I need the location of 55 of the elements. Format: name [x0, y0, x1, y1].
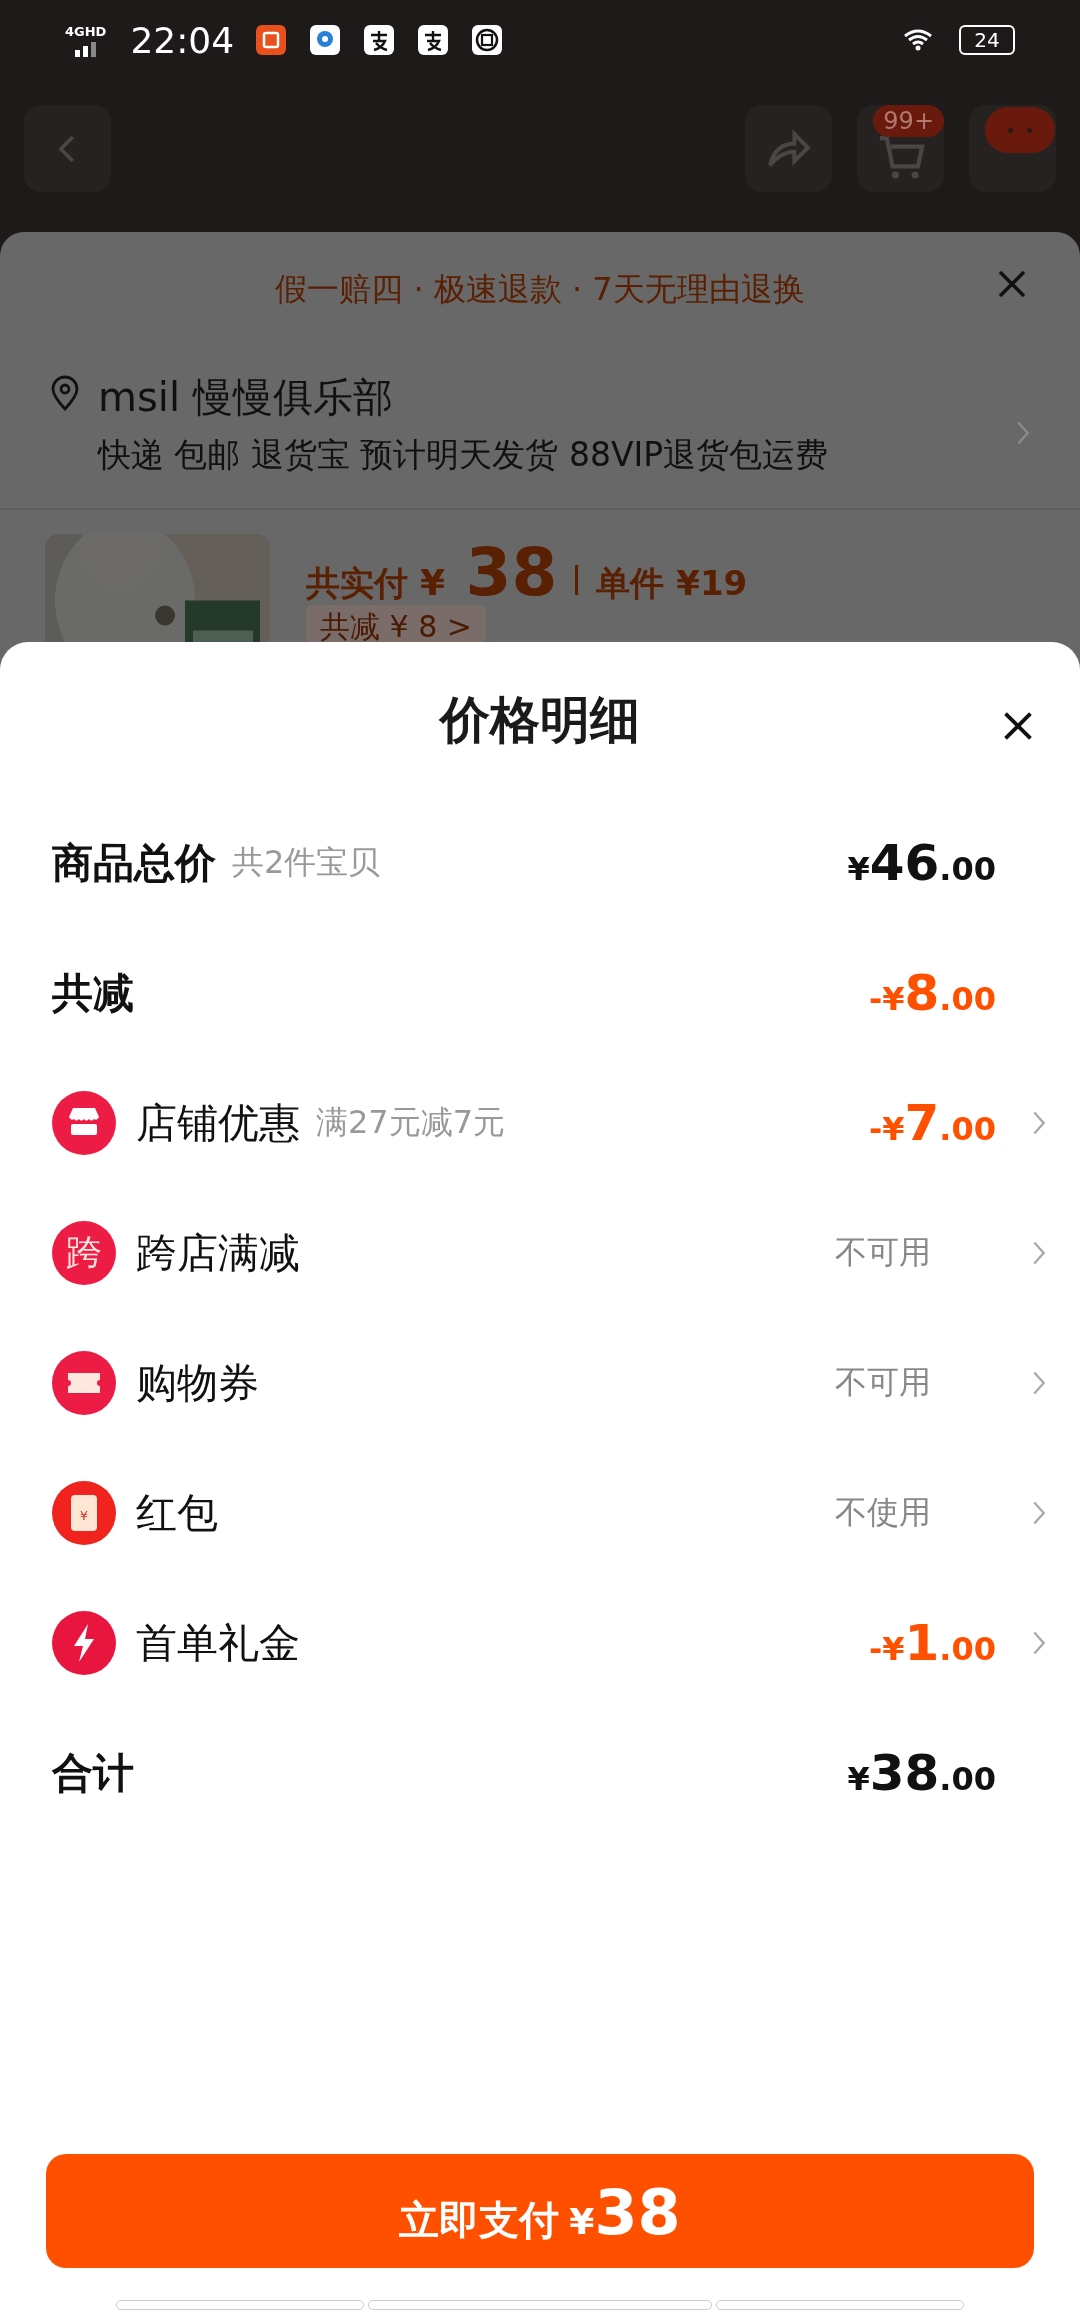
discount-row[interactable]: ¥ 红包 不使用 [0, 1448, 1080, 1578]
row-label: 合计 [52, 1747, 134, 1799]
discount-row[interactable]: 首单礼金 -¥1.00 [0, 1578, 1080, 1708]
row-label: 跨店满减 [136, 1227, 300, 1279]
amount-value: -¥1.00 [868, 1614, 996, 1672]
paid-label: 共实付 [306, 562, 408, 605]
chevron-right-icon [1032, 1370, 1046, 1396]
network-label: 4GHD [65, 23, 107, 39]
discount-row[interactable]: 购物券 不可用 [0, 1318, 1080, 1448]
ticket-icon [52, 1351, 116, 1415]
row-label: 共减 [52, 967, 134, 1019]
envelope-icon: ¥ [52, 1481, 116, 1545]
status-text: 不使用 [834, 1492, 932, 1533]
row-note: 共2件宝贝 [232, 842, 381, 883]
status-text: 不可用 [834, 1232, 932, 1273]
wifi-icon [903, 28, 933, 52]
amount-value: -¥7.00 [868, 1094, 996, 1152]
clock-time: 22:04 [130, 19, 235, 61]
chevron-right-icon [1032, 1630, 1046, 1656]
bank-notification-icon [472, 25, 503, 55]
guarantee-text: 假一赔四 · 极速退款 · 7天无理由退换 [275, 269, 805, 310]
address-name: msil 慢慢俱乐部 [98, 373, 394, 422]
location-pin-icon [50, 374, 80, 412]
cart-count-badge: 99+ [873, 105, 944, 137]
share-button[interactable] [745, 105, 832, 192]
row-label: 首单礼金 [136, 1617, 300, 1669]
row-label: 购物券 [136, 1357, 259, 1409]
signal-icon [73, 40, 98, 57]
status-text: 不可用 [834, 1362, 932, 1403]
chevron-right-icon [1032, 1500, 1046, 1526]
row-label: 店铺优惠 [136, 1097, 300, 1149]
chevron-right-icon [1032, 1240, 1046, 1266]
amount-value: ¥38.00 [847, 1744, 996, 1802]
unit-price: 单件 ¥19 [596, 562, 748, 605]
app-notification-icon [256, 25, 287, 55]
amount-value: ¥46.00 [847, 834, 996, 892]
discount-row[interactable]: 跨 跨店满减 不可用 [0, 1188, 1080, 1318]
chevron-right-icon [1032, 1110, 1046, 1136]
back-button[interactable] [24, 105, 111, 192]
more-button[interactable] [969, 105, 1056, 192]
store-icon [52, 1091, 116, 1155]
delivery-info: 快递 包邮 退货宝 预计明天发货 88VIP退货包运费 [98, 434, 830, 476]
message-badge [985, 107, 1055, 153]
cross-store-badge-icon: 跨 [52, 1221, 116, 1285]
row-note: 满27元减7元 [316, 1102, 506, 1143]
amount-value: -¥8.00 [868, 964, 996, 1022]
row-label: 红包 [136, 1487, 218, 1539]
row-label: 商品总价 [52, 837, 216, 889]
discount-row[interactable]: 店铺优惠 满27元减7元 -¥7.00 [0, 1058, 1080, 1188]
battery-indicator: 24 [959, 25, 1015, 55]
payment-notification-icon [364, 25, 395, 55]
sheet-title: 价格明细 [440, 689, 640, 751]
payment-notification-icon [418, 25, 449, 55]
chevron-right-icon[interactable] [1016, 420, 1030, 446]
lightning-icon [52, 1611, 116, 1675]
